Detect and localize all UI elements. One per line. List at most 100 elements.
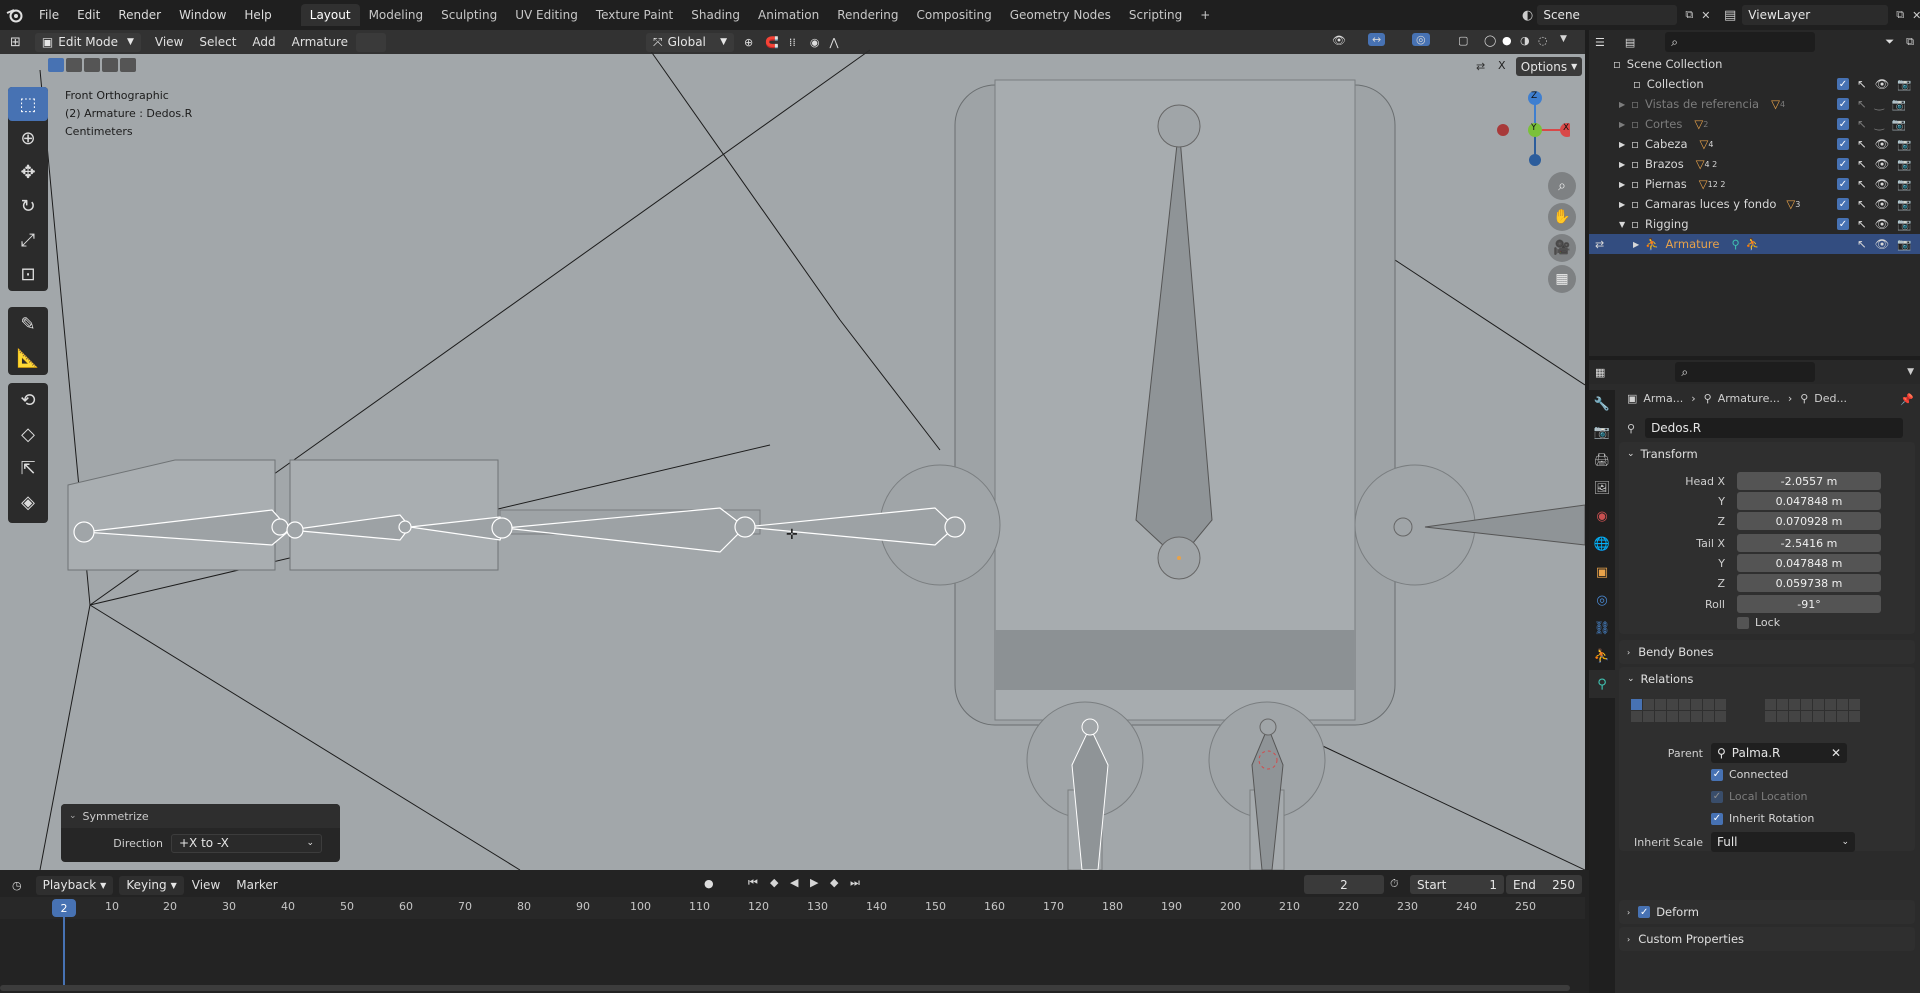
3d-viewport[interactable]	[0, 30, 1585, 870]
eye-icon[interactable]: 👁	[1875, 237, 1890, 251]
shading-options-icon[interactable]: ▼	[1560, 34, 1567, 44]
transform-panel-header[interactable]: ⌄ Transform	[1619, 442, 1915, 466]
extrude-icon[interactable]: ⇱	[8, 451, 48, 485]
jump-next-key-icon[interactable]: ◆	[830, 876, 838, 889]
outliner-row-piernas[interactable]: ▶ ▫ Piernas ▽ 12 2 ✓ ↖ 👁 📷	[1589, 174, 1920, 194]
filter-icon[interactable]: ⏷	[1885, 35, 1894, 49]
add-workspace-button[interactable]: +	[1191, 4, 1219, 26]
menu-render[interactable]: Render	[109, 8, 170, 22]
scale-icon[interactable]: ⤢	[8, 223, 48, 257]
include-checkbox[interactable]: ✓	[1837, 138, 1849, 150]
playback-dropdown[interactable]: Playback ▼	[35, 875, 114, 895]
select-box-icon[interactable]: ⬚	[8, 87, 48, 121]
tool-tab-icon[interactable]: 🔧	[1589, 390, 1615, 418]
expand-arrow-icon[interactable]: ▶	[1619, 180, 1625, 189]
include-checkbox[interactable]: ✓	[1837, 198, 1849, 210]
inherit-rotation-row[interactable]: ✓ Inherit Rotation	[1711, 812, 1814, 825]
bone-envelope-icon[interactable]: ◈	[8, 485, 48, 519]
clear-icon[interactable]: ✕	[1831, 746, 1841, 760]
outliner-row-cabeza[interactable]: ▶ ▫ Cabeza ▽ 4 ✓ ↖ 👁 📷	[1589, 134, 1920, 154]
snap-target-icon[interactable]: ⁞⁞	[789, 36, 796, 49]
deform-panel[interactable]: › ✓ Deform	[1619, 900, 1915, 924]
head-z-field[interactable]: 0.070928 m	[1737, 512, 1881, 530]
eye-closed-icon[interactable]: ‿	[1875, 117, 1884, 131]
eye-icon[interactable]: 👁	[1875, 177, 1890, 191]
render-camera-icon[interactable]: 📷	[1897, 237, 1911, 251]
menu-add[interactable]: Add	[244, 35, 283, 49]
view-layer-new-icon[interactable]: ⧉	[1896, 8, 1904, 22]
render-tab-icon[interactable]: 📷	[1589, 418, 1615, 446]
proportional-edit-icon[interactable]: ◉	[810, 36, 820, 49]
tab-sculpting[interactable]: Sculpting	[432, 4, 506, 26]
select-arrow-icon[interactable]: ↖	[1857, 217, 1867, 231]
select-arrow-icon[interactable]: ↖	[1857, 117, 1867, 131]
current-frame-field[interactable]: 2	[1304, 875, 1384, 894]
bone-layers-grid[interactable]	[1631, 699, 1911, 729]
tab-animation[interactable]: Animation	[749, 4, 828, 26]
world-tab-icon[interactable]: 🌐	[1589, 530, 1615, 558]
direction-dropdown[interactable]: +X to -X ⌄	[171, 833, 322, 853]
scene-selector[interactable]: ◐ Scene ⧉ ✕	[1522, 5, 1710, 25]
transform-icon[interactable]: ⊡	[8, 257, 48, 291]
outliner-search-input[interactable]: ⌕	[1665, 32, 1816, 52]
record-icon[interactable]: ●	[704, 877, 714, 890]
properties-editor-icon[interactable]: ▦	[1595, 366, 1605, 379]
keying-dropdown[interactable]: Keying ▼	[119, 875, 184, 895]
render-camera-icon[interactable]: 📷	[1892, 117, 1906, 131]
parent-field[interactable]: ⚲ Palma.R ✕	[1711, 743, 1847, 763]
scene-field[interactable]: Scene	[1537, 5, 1678, 25]
select-invert-icon[interactable]	[102, 58, 118, 72]
collapse-arrow-icon[interactable]: ▼	[1619, 220, 1625, 229]
tab-compositing[interactable]: Compositing	[907, 4, 1000, 26]
menu-window[interactable]: Window	[170, 8, 235, 22]
roll-icon[interactable]: ⟲	[8, 383, 48, 417]
start-frame-field[interactable]: Start 1	[1410, 875, 1504, 894]
falloff-icon[interactable]: ⋀	[830, 36, 839, 49]
eye-icon[interactable]: 👁	[1875, 157, 1890, 171]
menu-edit[interactable]: Edit	[68, 8, 109, 22]
pin-icon[interactable]: 📌	[1900, 393, 1914, 406]
menu-select[interactable]: Select	[191, 35, 244, 49]
chevron-down-icon[interactable]: ▼	[1907, 367, 1914, 377]
connected-row[interactable]: ✓ Connected	[1711, 768, 1788, 781]
tail-y-field[interactable]: 0.047848 m	[1737, 554, 1881, 572]
solid-shading-icon[interactable]: ●	[1502, 34, 1512, 47]
cursor-icon[interactable]: ⊕	[8, 121, 48, 155]
ortho-grid-icon[interactable]: ▦	[1548, 265, 1576, 293]
head-y-field[interactable]: 0.047848 m	[1737, 492, 1881, 510]
clock-icon[interactable]: ⏱	[1390, 877, 1399, 891]
include-checkbox[interactable]: ✓	[1837, 118, 1849, 130]
rendered-shading-icon[interactable]: ◌	[1538, 34, 1548, 47]
constraints-tab-icon[interactable]: ⛓	[1589, 614, 1615, 642]
render-camera-icon[interactable]: 📷	[1897, 77, 1911, 91]
eye-icon[interactable]: 👁	[1875, 77, 1890, 91]
gizmo-toggle-icon[interactable]: ↔	[1368, 33, 1386, 46]
inherit-rotation-checkbox[interactable]: ✓	[1711, 812, 1723, 825]
select-arrow-icon[interactable]: ↖	[1857, 197, 1867, 211]
outliner-row-collection[interactable]: ▫ Collection ✓ ↖ 👁 📷	[1589, 74, 1920, 94]
navigation-gizmo[interactable]: Z X Y	[1495, 88, 1574, 168]
select-extend-icon[interactable]	[66, 58, 82, 72]
eye-icon[interactable]: 👁	[1875, 137, 1890, 151]
include-checkbox[interactable]: ✓	[1837, 98, 1849, 110]
material-shading-icon[interactable]: ◑	[1520, 34, 1530, 47]
tab-geometry-nodes[interactable]: Geometry Nodes	[1001, 4, 1120, 26]
object-tab-icon[interactable]: ▣	[1589, 558, 1615, 586]
overlay-toggle-icon[interactable]: ◎	[1412, 33, 1430, 46]
lock-row[interactable]: Lock	[1737, 616, 1780, 629]
tail-z-field[interactable]: 0.059738 m	[1737, 574, 1881, 592]
wireframe-shading-icon[interactable]: ◯	[1484, 34, 1496, 47]
bone-name-field[interactable]: Dedos.R	[1645, 418, 1904, 438]
rotate-icon[interactable]: ↻	[8, 189, 48, 223]
outliner-row-brazos[interactable]: ▶ ▫ Brazos ▽ 4 2 ✓ ↖ 👁 📷	[1589, 154, 1920, 174]
include-checkbox[interactable]: ✓	[1837, 78, 1849, 90]
output-tab-icon[interactable]: 🖨	[1589, 446, 1615, 474]
snap-icon[interactable]: 🧲	[765, 36, 779, 49]
lock-checkbox[interactable]	[1737, 616, 1749, 629]
play-icon[interactable]: ▶	[810, 876, 818, 889]
select-arrow-icon[interactable]: ↖	[1857, 97, 1867, 111]
expand-arrow-icon[interactable]: ▶	[1633, 240, 1639, 249]
blender-logo-icon[interactable]	[0, 0, 30, 30]
view-layer-selector[interactable]: ▤ ViewLayer ⧉ ✕	[1724, 5, 1920, 25]
playhead[interactable]: 2	[52, 899, 76, 917]
